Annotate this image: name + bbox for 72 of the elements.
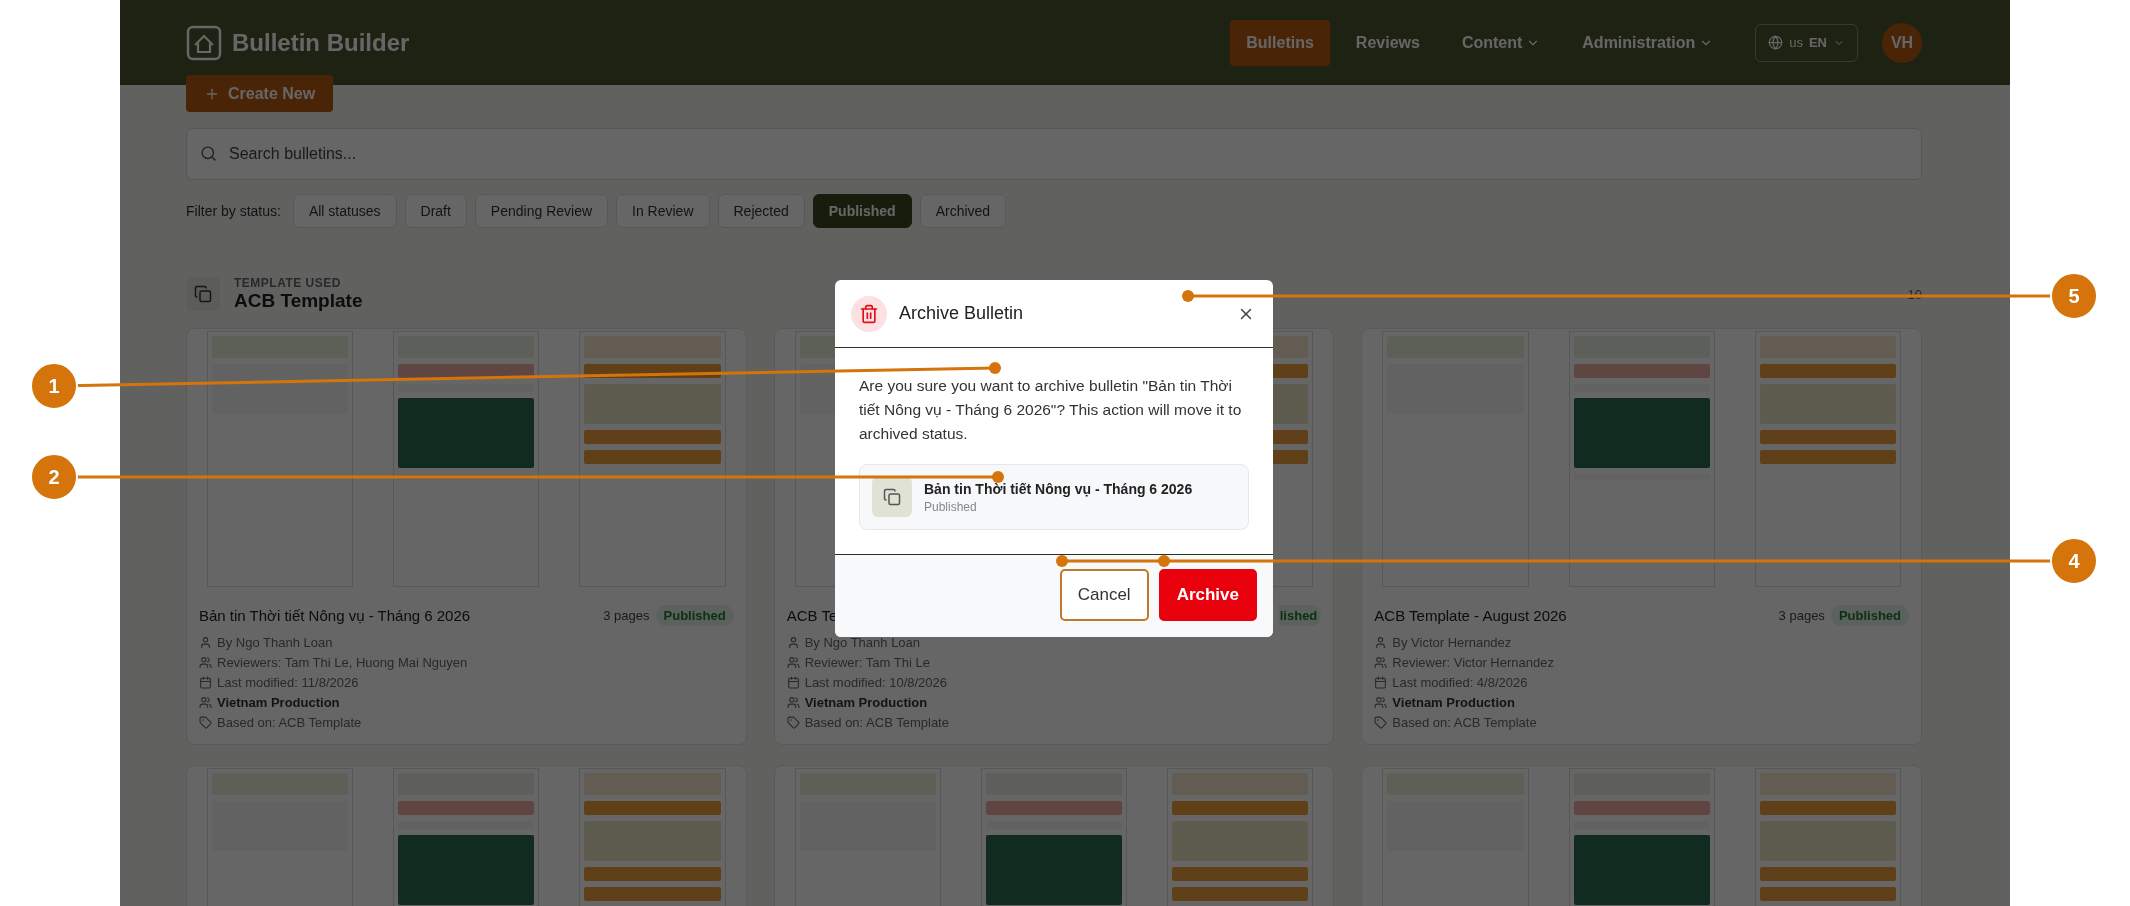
template-icon xyxy=(872,477,912,517)
bulletin-title: Bản tin Thời tiết Nông vụ - Tháng 6 2026 xyxy=(199,607,471,624)
meta-text: By Victor Hernandez xyxy=(1392,635,1512,650)
people-icon xyxy=(786,656,800,669)
filter-label: Filter by status: xyxy=(186,203,281,219)
calendar-icon xyxy=(786,676,800,689)
people-icon xyxy=(199,696,212,709)
person-icon xyxy=(199,636,212,649)
nav-link[interactable]: Bulletins xyxy=(1230,19,1330,66)
page-count: 3 pages xyxy=(603,608,650,623)
meta-text: Last modified: 11/8/2026 xyxy=(217,675,359,690)
nav-link[interactable]: Administration xyxy=(1566,19,1730,66)
status-badge: Published xyxy=(1830,605,1909,626)
tag-icon xyxy=(786,716,800,729)
person-icon xyxy=(1374,636,1388,649)
status-filter-chip[interactable]: Archived xyxy=(919,194,1007,228)
status-filter-chip[interactable]: All statuses xyxy=(292,194,397,228)
template-icon xyxy=(186,277,220,311)
calendar-icon xyxy=(199,676,212,689)
people-icon xyxy=(1374,656,1388,669)
globe-icon xyxy=(1768,35,1784,50)
group-title: ACB Template xyxy=(234,290,364,312)
status-filter-chip[interactable]: Pending Review xyxy=(474,194,609,228)
person-icon xyxy=(786,636,800,649)
bulletin-title: Bản tin Thời tiết Nông vụ - Tháng 6 2026 xyxy=(924,480,1193,497)
search-field[interactable]: Search bulletins... xyxy=(186,128,1922,180)
bulletin-title: ACB Template - August 2026 xyxy=(1374,607,1567,624)
trash-icon xyxy=(851,295,887,332)
meta-text: Last modified: 4/8/2026 xyxy=(1392,675,1528,690)
meta-text: Reviewers: Tam Thi Le, Huong Mai Nguyen xyxy=(217,655,468,670)
people-icon xyxy=(199,656,212,669)
bulletin-status: Published xyxy=(924,499,978,514)
people-icon xyxy=(1374,696,1388,709)
search-icon xyxy=(200,145,217,162)
tag-icon xyxy=(199,716,212,729)
bulletin-card[interactable]: Bản tin Thời tiết Nông vụ - Tháng 6 2026 3 pages Published By Ngo Thanh Loan Reviewers: Tam Thi Le, Huong Mai Nguyen Last modified: 11/8/2026 Vietnam Production Based on: ACB Template xyxy=(186,328,747,745)
status-filter-chip[interactable]: Rejected xyxy=(717,194,805,228)
create-button[interactable]: Create New xyxy=(186,75,334,112)
dialog-title: Archive Bulletin xyxy=(899,303,1025,324)
language-selector[interactable]: us EN xyxy=(1755,23,1858,62)
people-icon xyxy=(786,696,800,709)
meta-text: Based on: ACB Template xyxy=(1392,715,1537,730)
nav-link[interactable]: Reviews xyxy=(1339,19,1436,66)
calendar-icon xyxy=(1374,676,1388,689)
status-filter-chip[interactable]: Draft xyxy=(404,194,467,228)
status-filter-chip[interactable]: Published xyxy=(812,194,912,228)
meta-text: Last modified: 10/8/2026 xyxy=(804,675,948,690)
app-title: Bulletin Builder xyxy=(232,28,410,57)
confirmation-message: Are you sure you want to archive bulletin "Bản tin Thời tiết Nông vụ - Tháng 6 2026"? This action will move it to archived status. xyxy=(859,376,1243,444)
meta-text: Based on: ACB Template xyxy=(804,715,949,730)
group-caption: TEMPLATE USED xyxy=(234,276,342,290)
meta-text: By Ngo Thanh Loan xyxy=(804,635,921,650)
language-code: EN xyxy=(1808,35,1827,50)
meta-text: Vietnam Production xyxy=(804,695,928,710)
meta-text: Reviewer: Tam Thi Le xyxy=(804,655,930,670)
bulletin-card[interactable]: ACB Template - August 2026 3 pages Published By Victor Hernandez Reviewer: Victor Hernandez Last modified: 4/8/2026 Vietnam Production Based on: ACB Template xyxy=(1361,328,1922,745)
meta-text: Based on: ACB Template xyxy=(217,715,362,730)
tag-icon xyxy=(1374,716,1388,729)
status-badge: lished xyxy=(1278,605,1322,626)
flag-code: us xyxy=(1789,35,1803,50)
status-filter-chip[interactable]: In Review xyxy=(616,194,710,228)
meta-text: By Ngo Thanh Loan xyxy=(217,635,333,650)
status-badge: Published xyxy=(655,605,734,626)
meta-text: Vietnam Production xyxy=(217,695,340,710)
page-count: 3 pages xyxy=(1778,608,1825,623)
logo-icon xyxy=(186,24,222,61)
meta-text: Vietnam Production xyxy=(1392,695,1515,710)
meta-text: Reviewer: Victor Hernandez xyxy=(1392,655,1554,670)
nav-link[interactable]: Content xyxy=(1445,19,1557,66)
user-avatar[interactable]: VH xyxy=(1882,22,1922,63)
cancel-button[interactable]: Cancel xyxy=(1059,569,1149,621)
archive-button[interactable]: Archive xyxy=(1158,569,1257,621)
